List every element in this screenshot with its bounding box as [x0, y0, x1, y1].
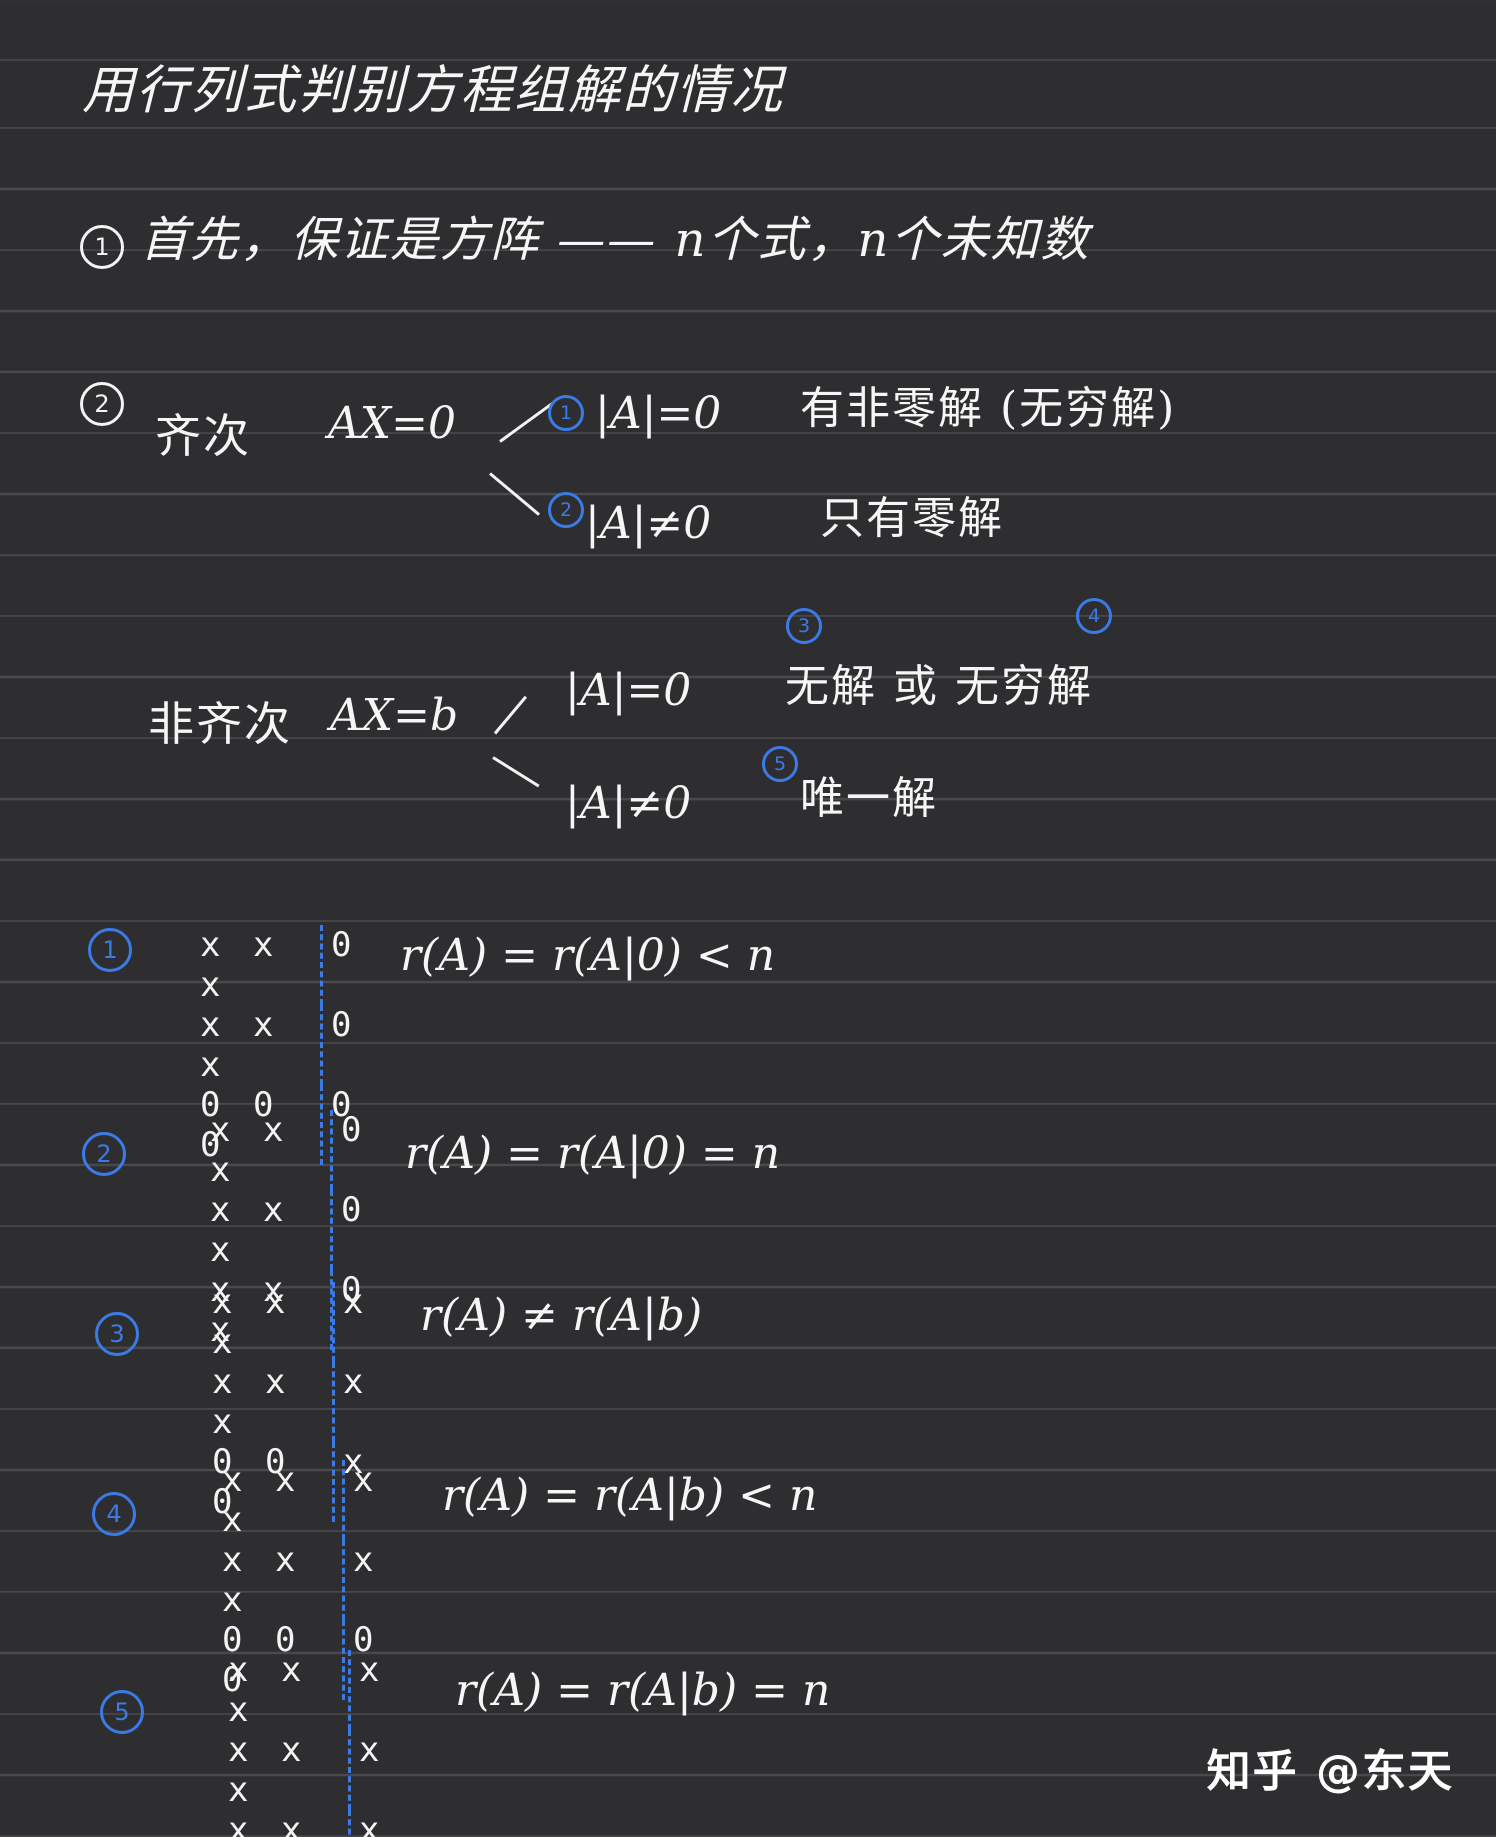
matrix-cell: x x x — [200, 925, 280, 1005]
matrix-cell: 0 — [320, 925, 364, 1005]
case3-condition: |A|=0 — [565, 665, 692, 716]
example-5-relation: r(A) = r(A|b) = n — [455, 1665, 831, 1716]
example-4-marker: 4 — [92, 1492, 136, 1536]
case2-condition: |A|≠0 — [585, 498, 712, 549]
matrix-cell: x x x — [228, 1730, 308, 1810]
case2-result: 只有零解 — [820, 493, 1004, 544]
matrix-cell: x x x — [228, 1650, 308, 1730]
nonhomogeneous-equation: AX=b — [330, 690, 459, 741]
branch-line-up — [499, 401, 555, 443]
watermark: 知乎 @东天 — [1206, 1746, 1454, 1797]
case5-result: 唯一解 — [800, 773, 938, 824]
example-5-marker: 5 — [100, 1690, 144, 1734]
example-4-relation: r(A) = r(A|b) < n — [442, 1470, 818, 1521]
matrix-cell: x — [342, 1460, 386, 1540]
example-1-relation: r(A) = r(A|0) < n — [400, 930, 776, 981]
case5-condition: |A|≠0 — [565, 778, 692, 829]
matrix-cell: x x x — [212, 1282, 292, 1362]
matrix-cell: x — [342, 1540, 386, 1620]
example-2-marker: 2 — [82, 1132, 126, 1176]
homogeneous-label: 齐次 — [155, 409, 251, 463]
matrix-cell: x x x — [210, 1190, 290, 1270]
matrix-cell: x — [348, 1650, 392, 1730]
matrix-cell: x x x — [222, 1460, 302, 1540]
matrix-cell: x x x — [200, 1005, 280, 1085]
point1-marker: 1 — [80, 225, 124, 269]
example-1-marker: 1 — [88, 928, 132, 972]
example-3-marker: 3 — [95, 1312, 139, 1356]
branch-line-down-2 — [492, 756, 540, 788]
case3-marker: 3 — [786, 608, 822, 644]
branch-line-down — [489, 472, 540, 516]
matrix-cell: 0 — [320, 1005, 364, 1085]
homogeneous-equation: AX=0 — [328, 398, 456, 449]
case2-marker: 2 — [548, 492, 584, 528]
matrix-cell: 0 — [330, 1110, 374, 1190]
matrix-cell: x x x — [228, 1810, 308, 1837]
branch-line-up-2 — [493, 695, 528, 735]
case4-marker: 4 — [1076, 598, 1112, 634]
augmented-matrix-5: x x xx x x xx x x xx — [228, 1650, 392, 1837]
example-3-relation: r(A) ≠ r(A|b) — [420, 1290, 703, 1341]
note-page: 用行列式判别方程组解的情况 1 首先，保证是方阵 —— n个式，n个未知数 2 … — [0, 0, 1496, 1837]
matrix-cell: x x x — [212, 1362, 292, 1442]
matrix-cell: 0 — [330, 1190, 374, 1270]
case1-result: 有非零解 (无穷解) — [800, 383, 1177, 434]
case1-marker: 1 — [548, 395, 584, 431]
matrix-cell: x — [332, 1362, 376, 1442]
matrix-cell: x x x — [210, 1110, 290, 1190]
point2-marker: 2 — [80, 382, 124, 426]
point1-text: 首先，保证是方阵 —— n个式，n个未知数 — [140, 212, 1091, 268]
example-2-relation: r(A) = r(A|0) = n — [405, 1128, 781, 1179]
matrix-cell: x — [332, 1282, 376, 1362]
case5-marker: 5 — [762, 746, 798, 782]
matrix-cell: x — [348, 1730, 392, 1810]
page-title: 用行列式判别方程组解的情况 — [82, 61, 785, 121]
nonhomogeneous-label: 非齐次 — [148, 697, 292, 751]
matrix-cell: x — [348, 1810, 392, 1837]
case1-condition: |A|=0 — [595, 388, 722, 439]
case3-result: 无解 或 无穷解 — [785, 661, 1093, 712]
matrix-cell: x x x — [222, 1540, 302, 1620]
